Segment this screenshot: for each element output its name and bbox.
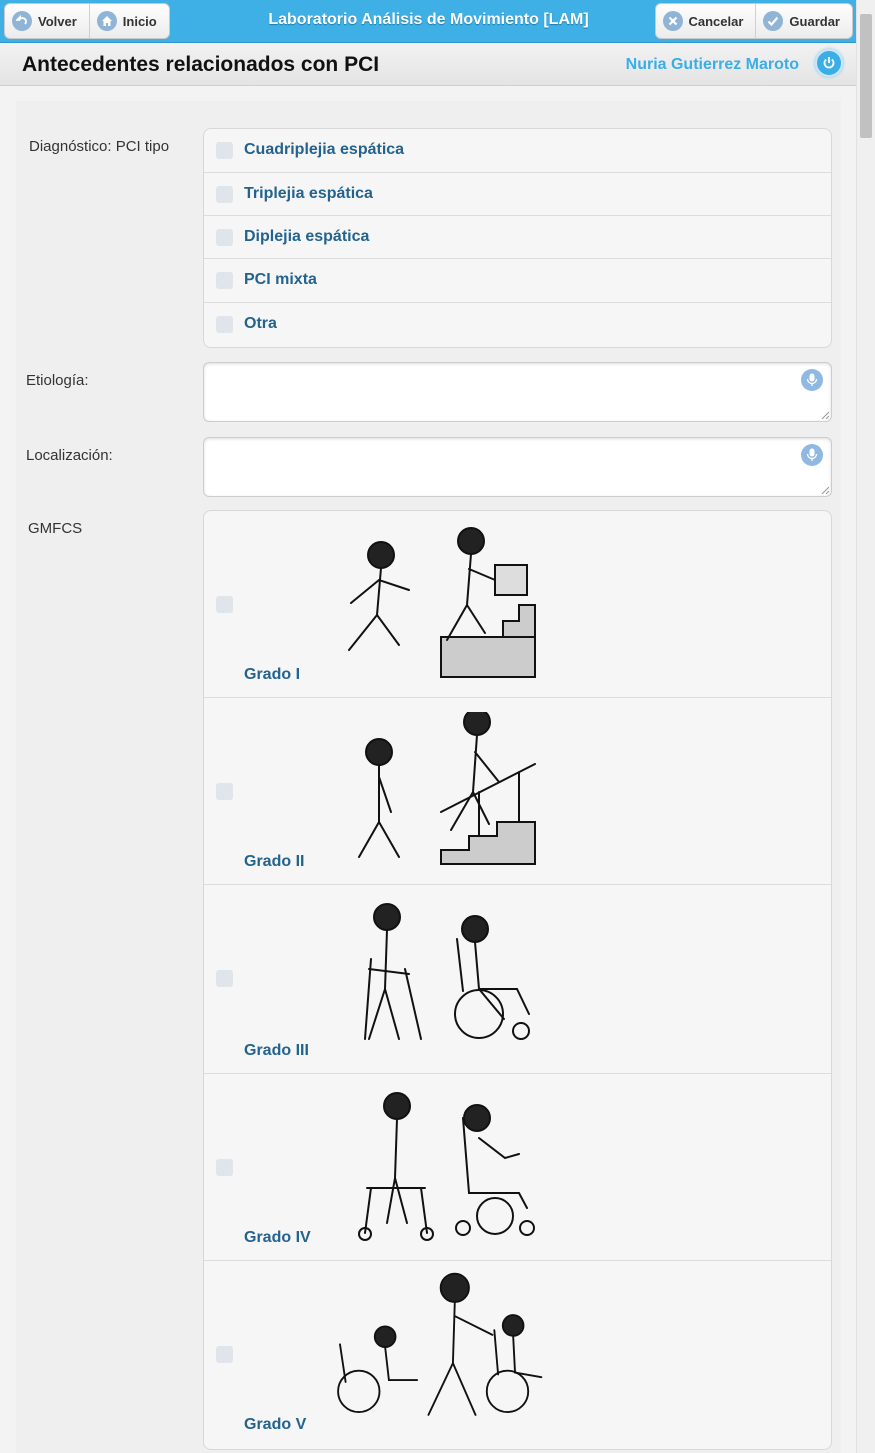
diagnosis-option-cuadriplejia[interactable]: Cuadriplejia espática bbox=[204, 129, 831, 173]
gmfcs-label: GMFCS bbox=[28, 520, 83, 537]
back-label: Volver bbox=[38, 13, 77, 29]
gmfcs-option-grado-3[interactable]: Grado III bbox=[204, 885, 831, 1074]
etiology-label: Etiología: bbox=[26, 372, 89, 389]
resize-grip-icon[interactable] bbox=[821, 411, 829, 419]
option-label: Diplejia espática bbox=[244, 228, 370, 245]
back-button[interactable]: Volver bbox=[5, 4, 90, 38]
checkbox[interactable] bbox=[216, 186, 233, 203]
save-label: Guardar bbox=[789, 13, 840, 29]
diagnosis-option-triplejia[interactable]: Triplejia espática bbox=[204, 173, 831, 216]
option-label: Grado V bbox=[244, 1416, 307, 1433]
checkbox[interactable] bbox=[216, 1159, 233, 1176]
option-label: Otra bbox=[244, 315, 277, 332]
gmfcs-option-grado-5[interactable]: Grado V bbox=[204, 1261, 831, 1447]
diagnosis-checkbox-group: Cuadriplejia espática Triplejia espática… bbox=[203, 128, 832, 348]
microphone-icon bbox=[806, 448, 818, 461]
home-button[interactable]: Inicio bbox=[90, 4, 169, 38]
page-header: Antecedentes relacionados con PCI Nuria … bbox=[0, 43, 857, 86]
checkbox[interactable] bbox=[216, 783, 233, 800]
grado-4-illustration bbox=[358, 1092, 535, 1241]
diagnosis-option-otra[interactable]: Otra bbox=[204, 303, 831, 347]
diagnosis-option-diplejia[interactable]: Diplejia espática bbox=[204, 216, 831, 259]
etiology-textarea[interactable] bbox=[203, 362, 832, 422]
cancel-icon bbox=[662, 11, 683, 31]
option-label: Grado II bbox=[244, 853, 305, 870]
cancel-button[interactable]: Cancelar bbox=[656, 4, 757, 38]
gmfcs-checkbox-group: Grado I Grado II Grado III Grado IV Grad… bbox=[203, 510, 832, 1450]
gmfcs-option-grado-1[interactable]: Grado I bbox=[204, 511, 831, 698]
page-title: Antecedentes relacionados con PCI bbox=[22, 53, 380, 76]
app-header: Volver Inicio Laboratorio Análisis de Mo… bbox=[0, 0, 857, 43]
power-icon bbox=[823, 57, 835, 69]
scrollbar-thumb[interactable] bbox=[860, 14, 872, 138]
etiology-dictation-button[interactable] bbox=[801, 369, 823, 391]
cancel-label: Cancelar bbox=[688, 13, 744, 29]
location-textarea[interactable] bbox=[203, 437, 832, 497]
grado-2-illustration bbox=[358, 712, 536, 865]
grado-5-illustration bbox=[337, 1272, 543, 1416]
checkbox[interactable] bbox=[216, 316, 233, 333]
location-dictation-button[interactable] bbox=[801, 444, 823, 466]
option-label: Grado IV bbox=[244, 1229, 311, 1246]
gmfcs-option-grado-2[interactable]: Grado II bbox=[204, 698, 831, 885]
page-scrollbar[interactable] bbox=[856, 0, 875, 1453]
checkbox[interactable] bbox=[216, 272, 233, 289]
save-button[interactable]: Guardar bbox=[756, 4, 852, 38]
checkbox[interactable] bbox=[216, 970, 233, 987]
option-label: Grado I bbox=[244, 666, 301, 683]
option-label: Cuadriplejia espática bbox=[244, 141, 405, 158]
checkbox[interactable] bbox=[216, 596, 233, 613]
option-label: Grado III bbox=[244, 1042, 309, 1059]
diagnosis-option-pci-mixta[interactable]: PCI mixta bbox=[204, 259, 831, 303]
option-label: Triplejia espática bbox=[244, 185, 373, 202]
user-name[interactable]: Nuria Gutierrez Maroto bbox=[626, 56, 799, 74]
logout-button[interactable] bbox=[815, 49, 843, 77]
checkbox[interactable] bbox=[216, 229, 233, 246]
home-icon bbox=[96, 11, 117, 31]
checkbox[interactable] bbox=[216, 1346, 233, 1363]
grado-1-illustration bbox=[348, 527, 536, 678]
action-button-group: Cancelar Guardar bbox=[654, 3, 853, 39]
checkbox[interactable] bbox=[216, 142, 233, 159]
nav-button-group: Volver Inicio bbox=[4, 3, 170, 39]
microphone-icon bbox=[806, 373, 818, 386]
location-label: Localización: bbox=[26, 447, 113, 464]
home-label: Inicio bbox=[122, 13, 157, 29]
option-label: PCI mixta bbox=[244, 271, 317, 288]
back-icon bbox=[12, 11, 32, 31]
gmfcs-option-grado-4[interactable]: Grado IV bbox=[204, 1074, 831, 1261]
resize-grip-icon[interactable] bbox=[821, 486, 829, 494]
grado-3-illustration bbox=[364, 903, 530, 1040]
save-icon bbox=[763, 11, 784, 31]
form-content: Diagnóstico: PCI tipo Cuadriplejia espát… bbox=[16, 101, 841, 1453]
diagnosis-label: Diagnóstico: PCI tipo bbox=[29, 138, 170, 155]
